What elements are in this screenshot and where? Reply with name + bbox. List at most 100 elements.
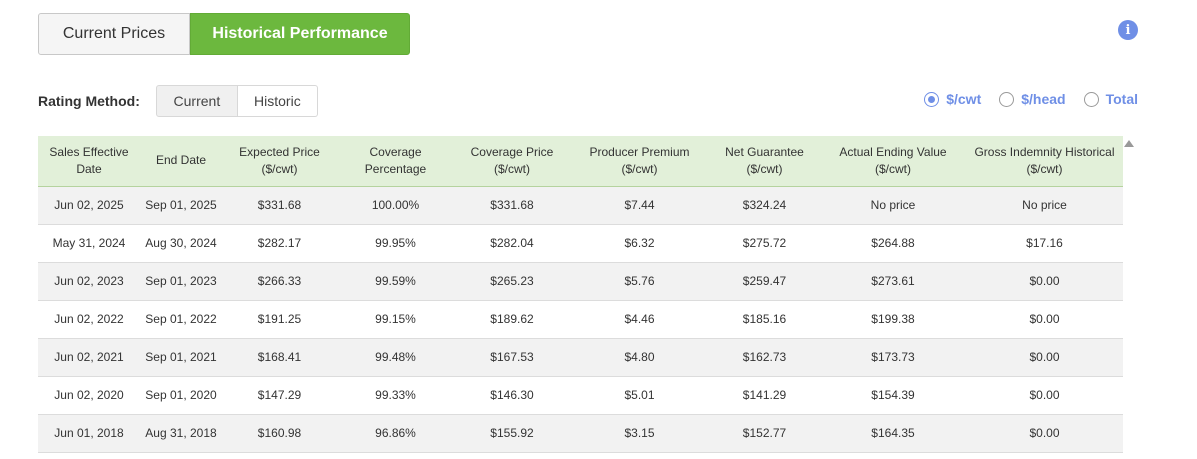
radio-checked-icon — [924, 91, 940, 107]
table-cell: $141.29 — [709, 376, 820, 415]
table-cell: $17.16 — [966, 224, 1123, 263]
column-header: Sales Effective Date — [38, 136, 140, 187]
unit-selector: $/cwt $/head Total — [906, 91, 1138, 107]
table-cell: $168.41 — [222, 338, 337, 377]
table-cell: $7.44 — [570, 186, 709, 225]
table-cell: Jun 02, 2025 — [38, 186, 140, 225]
table-cell: $0.00 — [966, 262, 1123, 301]
table-cell: Jun 02, 2021 — [38, 338, 140, 377]
table-cell: Aug 30, 2024 — [140, 224, 222, 263]
table-cell: Jun 02, 2020 — [38, 376, 140, 415]
table-cell: No price — [966, 186, 1123, 225]
table-cell: 99.48% — [337, 338, 454, 377]
table-cell: $282.17 — [222, 224, 337, 263]
table-cell: 99.15% — [337, 300, 454, 339]
table-cell: $160.98 — [222, 414, 337, 453]
table-cell: 99.95% — [337, 224, 454, 263]
table-header-row: Sales Effective Date End Date Expected Pri… — [38, 136, 1123, 187]
table-cell: $4.46 — [570, 300, 709, 339]
table-cell: Sep 01, 2023 — [140, 262, 222, 301]
table-cell: $155.92 — [454, 414, 570, 453]
table-cell: $152.77 — [709, 414, 820, 453]
table-cell: $273.61 — [820, 262, 966, 301]
table-row: Jun 02, 2025 Sep 01, 2025 $331.68 100.00% $3… — [38, 186, 1123, 225]
rating-method: Rating Method: Current Historic — [38, 85, 318, 117]
unit-head-radio[interactable]: $/head — [999, 91, 1066, 107]
table-cell: $199.38 — [820, 300, 966, 339]
table-cell: Sep 01, 2022 — [140, 300, 222, 339]
table-cell: $173.73 — [820, 338, 966, 377]
table-cell: 100.00% — [337, 186, 454, 225]
table-cell: $282.04 — [454, 224, 570, 263]
table-cell: $5.01 — [570, 376, 709, 415]
table-cell: $275.72 — [709, 224, 820, 263]
table-cell: $4.80 — [570, 338, 709, 377]
table-row: Jun 02, 2022 Sep 01, 2022 $191.25 99.15% $18… — [38, 300, 1123, 339]
table-cell: $147.29 — [222, 376, 337, 415]
table-cell: $0.00 — [966, 338, 1123, 377]
column-header: Expected Price ($/cwt) — [222, 136, 337, 187]
unit-cwt-radio[interactable]: $/cwt — [924, 91, 981, 107]
radio-unchecked-icon — [1083, 91, 1099, 107]
table-cell: 96.86% — [337, 414, 454, 453]
table-cell: $189.62 — [454, 300, 570, 339]
rating-method-label: Rating Method: — [38, 93, 140, 109]
table-cell: May 31, 2024 — [38, 224, 140, 263]
table-cell: $0.00 — [966, 414, 1123, 453]
unit-total-label: Total — [1105, 91, 1138, 107]
table-cell: Sep 01, 2021 — [140, 338, 222, 377]
rating-current-button[interactable]: Current — [155, 85, 238, 117]
table-cell: Sep 01, 2025 — [140, 186, 222, 225]
table-cell: Jun 02, 2023 — [38, 262, 140, 301]
table-row: May 31, 2024 Aug 30, 2024 $282.17 99.95% $28… — [38, 224, 1123, 263]
table-row: Jun 02, 2020 Sep 01, 2020 $147.29 99.33% $14… — [38, 376, 1123, 415]
table-cell: $146.30 — [454, 376, 570, 415]
unit-cwt-label: $/cwt — [946, 91, 982, 107]
table-cell: Jun 01, 2018 — [38, 414, 140, 453]
scroll-up-arrow-icon[interactable] — [1124, 140, 1134, 147]
table-cell: Aug 31, 2018 — [140, 414, 222, 453]
table-cell: Sep 01, 2020 — [140, 376, 222, 415]
column-header: Net Guarantee ($/cwt) — [709, 136, 820, 187]
table-row: Jun 02, 2023 Sep 01, 2023 $266.33 99.59% $26… — [38, 262, 1123, 301]
table-cell: $154.39 — [820, 376, 966, 415]
table-cell: $324.24 — [709, 186, 820, 225]
table-row: Jun 02, 2021 Sep 01, 2021 $168.41 99.48% $16… — [38, 338, 1123, 377]
tab-historical-performance[interactable]: Historical Performance — [190, 13, 410, 55]
historical-table-container[interactable]: Sales Effective Date End Date Expected Pri… — [38, 136, 1123, 459]
table-cell: Jun 02, 2022 — [38, 300, 140, 339]
table-cell: $167.53 — [454, 338, 570, 377]
info-icon[interactable]: i — [1118, 20, 1138, 40]
column-header: Producer Premium ($/cwt) — [570, 136, 709, 187]
table-cell: $331.68 — [222, 186, 337, 225]
unit-head-label: $/head — [1021, 91, 1066, 107]
table-cell: $0.00 — [966, 376, 1123, 415]
table-cell: $185.16 — [709, 300, 820, 339]
unit-total-radio[interactable]: Total — [1083, 91, 1138, 107]
table-row: Jun 01, 2018 Aug 31, 2018 $160.98 96.86% $15… — [38, 414, 1123, 453]
column-header: Coverage Price ($/cwt) — [454, 136, 570, 187]
table-cell: 99.59% — [337, 262, 454, 301]
historical-performance-table: Sales Effective Date End Date Expected Pri… — [38, 136, 1123, 453]
rating-historic-button[interactable]: Historic — [237, 85, 318, 117]
table-cell: $259.47 — [709, 262, 820, 301]
table-cell: $191.25 — [222, 300, 337, 339]
table-cell: 99.33% — [337, 376, 454, 415]
table-cell: $5.76 — [570, 262, 709, 301]
column-header: End Date — [140, 136, 222, 187]
table-cell: $265.23 — [454, 262, 570, 301]
tab-current-prices[interactable]: Current Prices — [38, 13, 190, 55]
table-cell: No price — [820, 186, 966, 225]
table-cell: $3.15 — [570, 414, 709, 453]
radio-unchecked-icon — [999, 91, 1015, 107]
column-header: Gross Indemnity Historical ($/cwt) — [966, 136, 1123, 187]
column-header: Actual Ending Value ($/cwt) — [820, 136, 966, 187]
table-cell: $162.73 — [709, 338, 820, 377]
table-cell: $331.68 — [454, 186, 570, 225]
column-header: Coverage Percentage — [337, 136, 454, 187]
table-cell: $6.32 — [570, 224, 709, 263]
table-cell: $0.00 — [966, 300, 1123, 339]
view-tabs: Current Prices Historical Performance — [38, 13, 410, 55]
table-cell: $264.88 — [820, 224, 966, 263]
table-cell: $164.35 — [820, 414, 966, 453]
